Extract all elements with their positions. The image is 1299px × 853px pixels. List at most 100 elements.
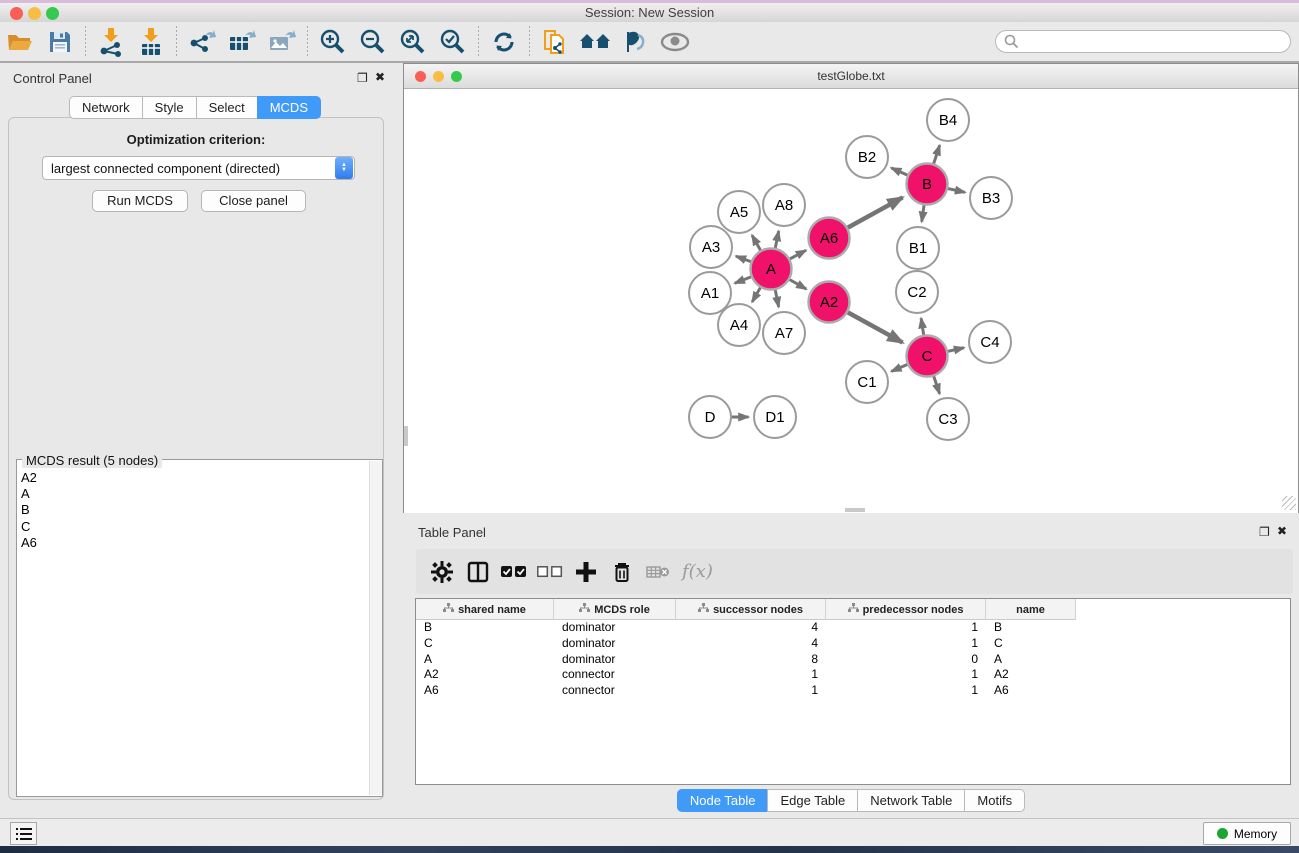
- tab-select[interactable]: Select: [196, 96, 257, 119]
- edge-A-A6[interactable]: [790, 250, 806, 259]
- edge-C-C1[interactable]: [891, 365, 907, 372]
- run-mcds-button[interactable]: Run MCDS: [92, 190, 188, 212]
- node-table[interactable]: shared nameMCDS rolesuccessor nodesprede…: [415, 598, 1291, 785]
- network-window-titlebar[interactable]: testGlobe.txt: [404, 64, 1298, 89]
- edge-A-A1[interactable]: [735, 277, 751, 283]
- mcds-result-item[interactable]: A2: [18, 470, 370, 486]
- refresh-icon[interactable]: [487, 26, 521, 58]
- edge-A-A5[interactable]: [752, 235, 760, 250]
- cell[interactable]: 1: [826, 683, 986, 699]
- edge-C-C4[interactable]: [948, 348, 964, 352]
- edge-B-B4[interactable]: [934, 145, 940, 163]
- export-network-icon[interactable]: [185, 26, 219, 58]
- table-row[interactable]: A2connector11A2: [416, 667, 1290, 683]
- tab-style[interactable]: Style: [142, 96, 196, 119]
- edge-A2-C[interactable]: [848, 312, 903, 342]
- edge-A-A2[interactable]: [790, 280, 807, 289]
- minimize-window-button[interactable]: [28, 7, 41, 20]
- table-tab-network-table[interactable]: Network Table: [857, 789, 964, 812]
- edge-C-C3[interactable]: [934, 376, 940, 393]
- close-view-button[interactable]: [415, 71, 426, 82]
- cell[interactable]: 4: [676, 636, 826, 652]
- cell[interactable]: 8: [676, 652, 826, 668]
- cell[interactable]: connector: [554, 683, 676, 699]
- cell[interactable]: dominator: [554, 652, 676, 668]
- edge-A-A8[interactable]: [775, 231, 778, 248]
- deselect-all-icon[interactable]: [532, 557, 568, 587]
- cell[interactable]: B: [986, 620, 1076, 636]
- column-header-name[interactable]: name: [986, 599, 1076, 620]
- add-column-icon[interactable]: [568, 557, 604, 587]
- tab-network[interactable]: Network: [69, 96, 142, 119]
- import-table-icon[interactable]: [134, 26, 168, 58]
- close-panel-button[interactable]: Close panel: [201, 190, 306, 212]
- task-history-button[interactable]: [10, 822, 37, 845]
- export-image-icon[interactable]: [265, 26, 299, 58]
- gear-icon[interactable]: [424, 557, 460, 587]
- cell[interactable]: 1: [826, 636, 986, 652]
- search-input[interactable]: [995, 30, 1291, 53]
- import-network-icon[interactable]: [94, 26, 128, 58]
- edge-B-B2[interactable]: [891, 168, 907, 175]
- home-layout-icon[interactable]: [578, 26, 612, 58]
- column-header-successor-nodes[interactable]: successor nodes: [676, 599, 826, 620]
- cell[interactable]: 1: [826, 620, 986, 636]
- cell[interactable]: A: [416, 652, 554, 668]
- edge-A-A7[interactable]: [775, 290, 778, 307]
- cell[interactable]: dominator: [554, 620, 676, 636]
- cell[interactable]: A6: [986, 683, 1076, 699]
- edge-A-A4[interactable]: [752, 288, 760, 302]
- mcds-result-item[interactable]: C: [18, 519, 370, 535]
- table-row[interactable]: Bdominator41B: [416, 620, 1290, 636]
- table-tab-edge-table[interactable]: Edge Table: [767, 789, 857, 812]
- cell[interactable]: 0: [826, 652, 986, 668]
- zoom-fit-icon[interactable]: [396, 26, 430, 58]
- table-row[interactable]: A6connector11A6: [416, 683, 1290, 699]
- select-all-icon[interactable]: [496, 557, 532, 587]
- clone-network-icon[interactable]: [538, 26, 572, 58]
- zoom-out-icon[interactable]: [356, 26, 390, 58]
- cell[interactable]: C: [416, 636, 554, 652]
- cell[interactable]: A2: [416, 667, 554, 683]
- open-session-icon[interactable]: [3, 26, 37, 58]
- cell[interactable]: dominator: [554, 636, 676, 652]
- edge-C-C2[interactable]: [921, 318, 924, 334]
- column-header-shared-name[interactable]: shared name: [416, 599, 554, 620]
- float-table-panel-icon[interactable]: ❐: [1259, 526, 1270, 538]
- table-row[interactable]: Adominator80A: [416, 652, 1290, 668]
- edge-A-A3[interactable]: [736, 256, 751, 261]
- horizontal-scroll-nub[interactable]: [845, 508, 865, 512]
- cell[interactable]: 1: [676, 683, 826, 699]
- criterion-dropdown[interactable]: largest connected component (directed) ▲…: [42, 156, 355, 180]
- tab-mcds[interactable]: MCDS: [257, 96, 321, 119]
- cell[interactable]: 1: [826, 667, 986, 683]
- maximize-view-button[interactable]: [451, 71, 462, 82]
- delete-icon[interactable]: [604, 557, 640, 587]
- column-header-predecessor-nodes[interactable]: predecessor nodes: [826, 599, 986, 620]
- edge-B-B1[interactable]: [922, 205, 924, 221]
- cell[interactable]: B: [416, 620, 554, 636]
- mcds-scrollbar[interactable]: [369, 461, 382, 795]
- eye-icon[interactable]: [658, 26, 692, 58]
- cell[interactable]: C: [986, 636, 1076, 652]
- close-table-panel-icon[interactable]: ✖: [1277, 525, 1287, 537]
- cell[interactable]: A2: [986, 667, 1076, 683]
- table-tab-node-table[interactable]: Node Table: [677, 789, 768, 812]
- graphics-details-icon[interactable]: [618, 26, 652, 58]
- delete-table-icon[interactable]: [640, 557, 676, 587]
- zoom-selected-icon[interactable]: [436, 26, 470, 58]
- function-builder-icon[interactable]: f(x): [682, 561, 713, 582]
- save-session-icon[interactable]: [43, 26, 77, 58]
- mcds-result-list[interactable]: A2ABCA6: [18, 470, 370, 551]
- mcds-result-item[interactable]: B: [18, 502, 370, 518]
- export-table-icon[interactable]: [225, 26, 259, 58]
- edge-A6-B[interactable]: [848, 197, 903, 227]
- column-header-MCDS-role[interactable]: MCDS role: [554, 599, 676, 620]
- maximize-window-button[interactable]: [46, 7, 59, 20]
- zoom-in-icon[interactable]: [316, 26, 350, 58]
- mcds-result-item[interactable]: A: [18, 486, 370, 502]
- edge-B-B3[interactable]: [948, 189, 965, 193]
- table-tab-motifs[interactable]: Motifs: [964, 789, 1025, 812]
- resize-grip[interactable]: [1282, 496, 1296, 510]
- close-window-button[interactable]: [10, 7, 23, 20]
